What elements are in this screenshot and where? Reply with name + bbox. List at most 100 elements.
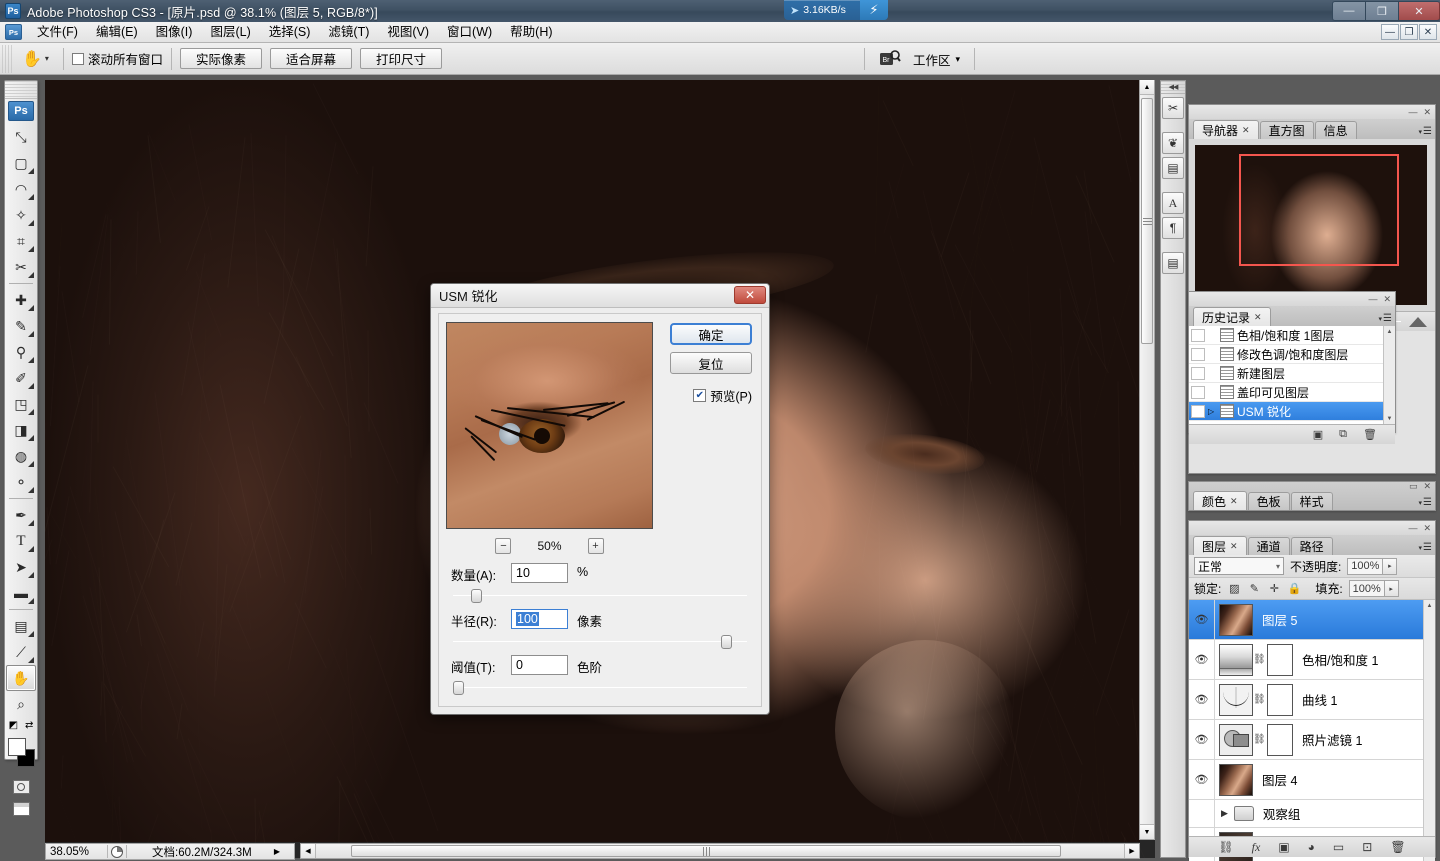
tool-slice[interactable]: ✂ — [6, 254, 36, 280]
panel-menu-icon[interactable]: ▾ ☰ — [1419, 542, 1432, 553]
layer-thumbnail[interactable] — [1219, 724, 1253, 756]
new-snapshot-icon[interactable]: ⧉ — [1339, 428, 1347, 441]
tool-hand[interactable]: ✋ — [6, 665, 36, 691]
lock-image-icon[interactable]: ✎ — [1247, 582, 1261, 596]
delete-layer-icon[interactable]: 🗑 — [1390, 840, 1405, 854]
tool-preset-picker[interactable]: ✋ ▾ — [18, 46, 55, 72]
tool-blur[interactable]: ◍ — [6, 443, 36, 469]
dialog-titlebar[interactable]: USM 锐化 ✕ — [431, 284, 769, 308]
lock-transparency-icon[interactable]: ▨ — [1227, 582, 1241, 596]
history-snapshot-checkbox[interactable] — [1191, 367, 1205, 380]
default-colors-icon[interactable]: ◩ — [9, 720, 18, 731]
layer-mask-thumbnail[interactable] — [1267, 684, 1293, 716]
scroll-all-windows-checkbox[interactable]: 滚动所有窗口 — [72, 49, 163, 68]
layer-row[interactable]: 👁 图层 4 — [1189, 760, 1435, 800]
layer-visibility-toggle[interactable]: 👁 — [1189, 680, 1215, 719]
new-layer-icon[interactable]: ⊡ — [1362, 840, 1372, 854]
doc-restore-button[interactable]: ❐ — [1400, 24, 1418, 40]
tab-histogram[interactable]: 直方图 — [1260, 121, 1314, 139]
layers-minimize-button[interactable]: — — [1408, 523, 1417, 533]
tool-path-selection[interactable]: ➤ — [6, 554, 36, 580]
layer-mask-link-icon[interactable]: ⛓ — [1253, 694, 1265, 705]
menu-layer[interactable]: 图层(L) — [201, 22, 259, 42]
layer-mask-link-icon[interactable]: ⛓ — [1253, 654, 1265, 665]
canvas-vertical-scrollbar[interactable]: ▲ ▼ — [1139, 80, 1155, 840]
layers-close-button[interactable]: ✕ — [1423, 523, 1431, 534]
tool-clone-stamp[interactable]: ⚲ — [6, 339, 36, 365]
scroll-right-arrow[interactable]: ▶ — [1124, 844, 1139, 858]
doc-close-button[interactable]: ✕ — [1419, 24, 1437, 40]
delete-state-icon[interactable]: 🗑 — [1363, 428, 1377, 441]
radius-input[interactable]: 100 — [511, 609, 568, 629]
paragraph-icon[interactable]: ¶ — [1162, 217, 1184, 239]
document-ps-icon[interactable]: Ps — [5, 24, 22, 40]
tool-eyedropper[interactable]: ⟋ — [6, 639, 36, 665]
layer-row[interactable]: 👁 ⛓ 照片滤镜 1 — [1189, 720, 1435, 760]
character-icon[interactable]: A — [1162, 192, 1184, 214]
scroll-up-arrow[interactable]: ▲ — [1424, 600, 1435, 611]
scroll-up-arrow[interactable]: ▲ — [1384, 326, 1395, 337]
panel-menu-icon[interactable]: ▾ ☰ — [1419, 497, 1432, 508]
doc-minimize-button[interactable]: — — [1381, 24, 1399, 40]
lock-position-icon[interactable]: ✛ — [1267, 582, 1281, 596]
history-snapshot-checkbox[interactable] — [1191, 386, 1205, 399]
tool-magic-wand[interactable]: ✧ — [6, 202, 36, 228]
add-layer-mask-icon[interactable]: ▣ — [1278, 840, 1289, 854]
menu-window[interactable]: 窗口(W) — [438, 22, 501, 42]
link-layers-icon[interactable]: ⛓ — [1218, 840, 1233, 854]
opacity-field[interactable]: 100% — [1347, 558, 1383, 575]
layer-row-selected[interactable]: 👁 图层 5 — [1189, 600, 1435, 640]
threshold-input[interactable]: 0 — [511, 655, 568, 675]
menu-edit[interactable]: 编辑(E) — [87, 22, 147, 42]
layer-thumbnail[interactable] — [1219, 764, 1253, 796]
usm-sharpen-dialog[interactable]: USM 锐化 ✕ − 50% + 确定 复位 ✔ 预览(P) 数量(A): 10… — [430, 283, 770, 715]
dialog-preview-image[interactable] — [446, 322, 653, 529]
amount-input[interactable]: 10 — [511, 563, 568, 583]
tab-history[interactable]: 历史记录 ✕ — [1193, 307, 1271, 326]
status-menu-arrow-icon[interactable]: ▶ — [274, 847, 280, 856]
scroll-left-arrow[interactable]: ◀ — [301, 844, 316, 858]
fill-field[interactable]: 100% — [1349, 580, 1385, 597]
tool-dodge[interactable]: ⚬ — [6, 469, 36, 495]
layer-visibility-toggle[interactable]: 👁 — [1189, 720, 1215, 759]
adjustment-layer-icon[interactable]: ◕ — [1308, 840, 1315, 854]
history-minimize-button[interactable]: — — [1368, 294, 1377, 304]
layer-thumbnail[interactable] — [1219, 604, 1253, 636]
tool-healing-brush[interactable]: ✚ — [6, 287, 36, 313]
layer-thumbnail[interactable] — [1219, 684, 1253, 716]
chevron-down-icon[interactable]: ▾ — [45, 54, 49, 63]
history-item[interactable]: 色相/饱和度 1图层 — [1189, 326, 1395, 345]
close-icon[interactable]: ✕ — [1230, 496, 1238, 507]
group-expand-triangle-icon[interactable]: ▶ — [1221, 808, 1228, 819]
menu-view[interactable]: 视图(V) — [378, 22, 438, 42]
navigator-minimize-button[interactable]: — — [1408, 107, 1417, 117]
fit-screen-button[interactable]: 适合屏幕 — [270, 48, 352, 69]
window-minimize-button[interactable]: — — [1332, 1, 1365, 21]
canvas-horizontal-scrollbar[interactable]: ◀ ▶ — [300, 843, 1140, 859]
layers-scrollbar[interactable]: ▲ ▼ — [1423, 600, 1435, 861]
opacity-stepper-icon[interactable]: ▸ — [1383, 558, 1397, 575]
ok-button[interactable]: 确定 — [670, 323, 752, 345]
window-close-button[interactable]: ✕ — [1398, 1, 1440, 21]
history-snapshot-checkbox[interactable] — [1191, 329, 1205, 342]
tool-gradient[interactable]: ◨ — [6, 417, 36, 443]
print-size-button[interactable]: 打印尺寸 — [360, 48, 442, 69]
lightning-bolt-icon[interactable]: ⚡ — [860, 0, 888, 20]
threshold-slider-thumb[interactable] — [453, 681, 464, 695]
tab-swatches[interactable]: 色板 — [1248, 492, 1290, 510]
swap-colors-icon[interactable]: ⇄ — [25, 720, 33, 731]
actual-pixels-button[interactable]: 实际像素 — [180, 48, 262, 69]
zoom-in-mountain-icon[interactable] — [1409, 317, 1427, 327]
new-document-from-state-icon[interactable]: ▣ — [1313, 428, 1323, 441]
color-minimize-button[interactable]: ▭ — [1409, 481, 1418, 492]
dialog-close-button[interactable]: ✕ — [734, 286, 766, 304]
menu-image[interactable]: 图像(I) — [147, 22, 202, 42]
history-item[interactable]: 盖印可见图层 — [1189, 383, 1395, 402]
layer-visibility-toggle[interactable] — [1189, 800, 1215, 827]
layer-mask-thumbnail[interactable] — [1267, 644, 1293, 676]
options-bar-grip[interactable] — [2, 45, 14, 73]
tool-crop[interactable]: ⌗ — [6, 228, 36, 254]
layer-visibility-toggle[interactable]: 👁 — [1189, 760, 1215, 799]
screen-mode-toggle[interactable] — [6, 799, 36, 819]
tab-info[interactable]: 信息 — [1315, 121, 1357, 139]
